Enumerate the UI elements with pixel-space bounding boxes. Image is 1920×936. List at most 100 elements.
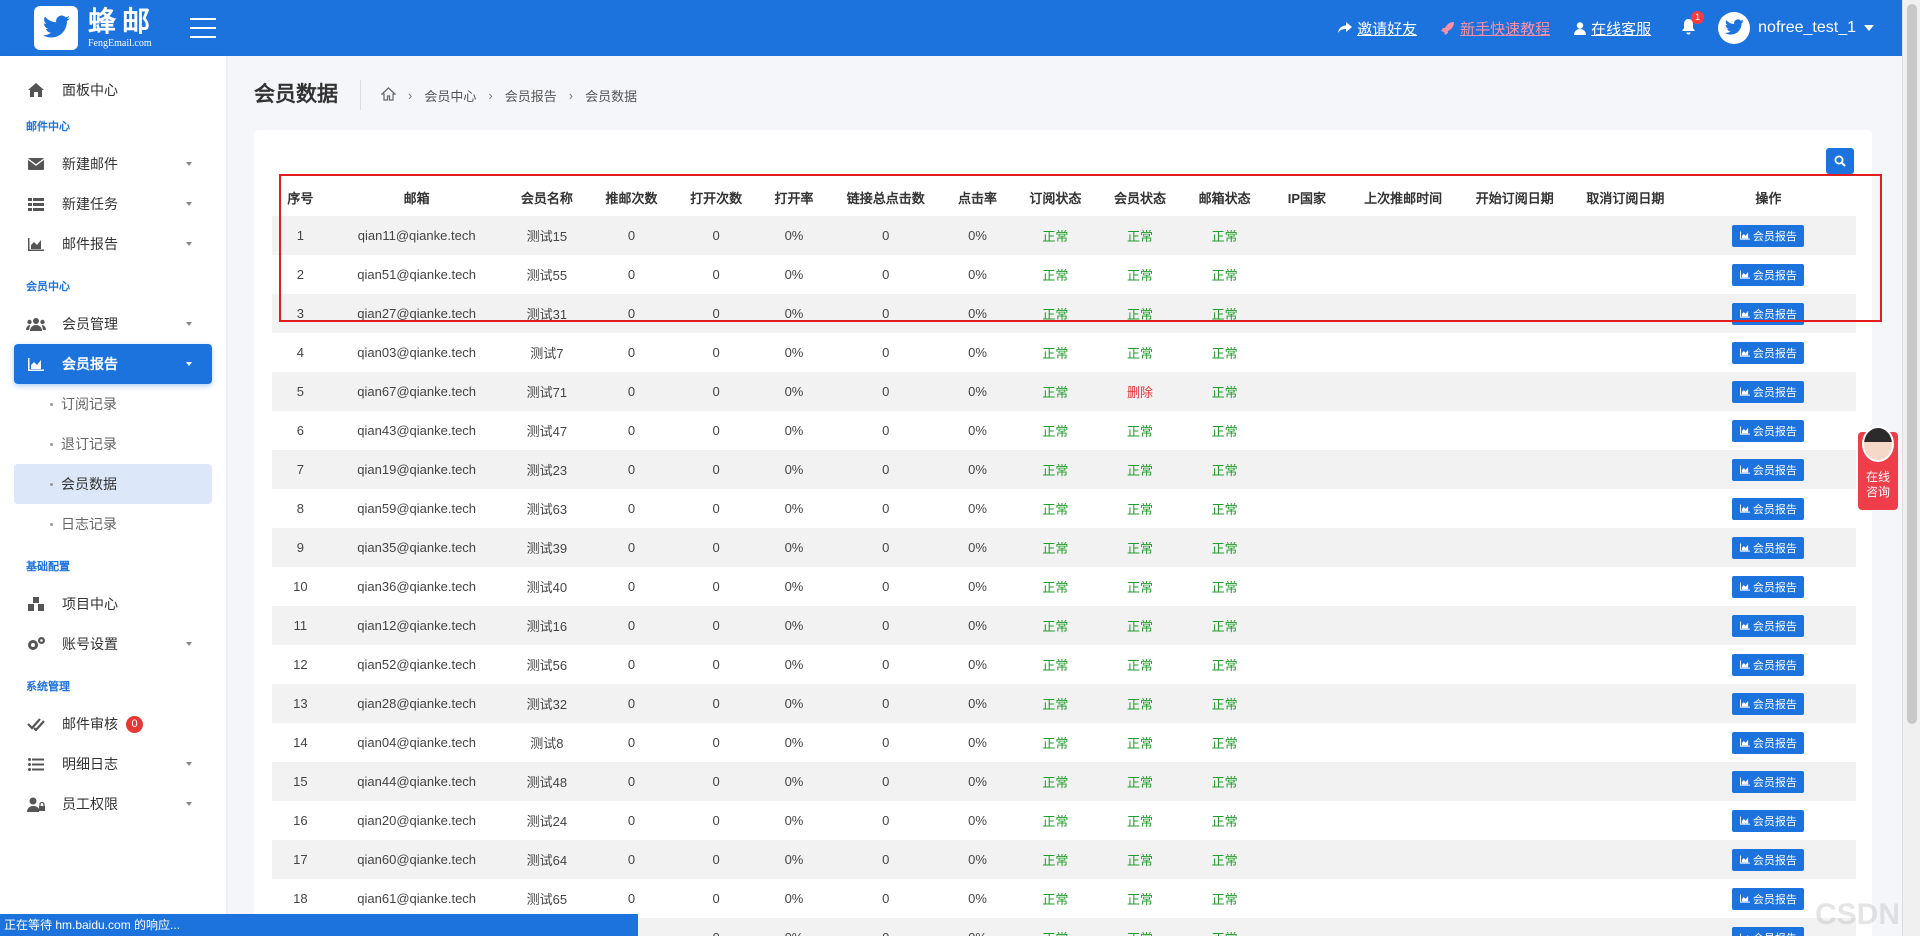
cell-mailbox: 正常	[1211, 502, 1238, 517]
share-icon	[1338, 22, 1353, 33]
cell-opens: 0	[673, 294, 759, 333]
cell-empty	[1570, 918, 1681, 936]
cell-click-rate: 0%	[942, 294, 1014, 333]
member-report-button[interactable]: 会员报告	[1732, 770, 1805, 793]
cell-no: 2	[296, 267, 305, 282]
cell-no: 1	[272, 216, 329, 255]
cell-email: qian12@qianke.tech	[328, 606, 505, 645]
scrollbar-thumb[interactable]	[1907, 4, 1917, 724]
area-chart-icon	[1739, 309, 1750, 318]
member-report-button[interactable]: 会员报告	[1732, 653, 1805, 676]
member-report-button[interactable]: 会员报告	[1732, 614, 1805, 637]
member-report-button[interactable]: 会员报告	[1732, 263, 1805, 286]
cell-empty	[1346, 840, 1460, 879]
cell-no: 4	[296, 345, 305, 360]
member-report-button[interactable]: 会员报告	[1732, 809, 1805, 832]
area-chart-icon	[1739, 426, 1750, 435]
cell-email: qian28@qianke.tech	[328, 684, 505, 723]
member-report-button[interactable]: 会员报告	[1732, 302, 1805, 325]
cell-open-rate: 0%	[784, 267, 804, 282]
cell-no: 9	[272, 528, 329, 567]
cubes-icon	[26, 596, 46, 612]
sidebar-item-staff-permissions[interactable]: 员工权限	[0, 784, 226, 824]
notification-button[interactable]: 1	[1681, 10, 1705, 38]
cell-no: 15	[272, 762, 329, 801]
cell-open-rate: 0%	[758, 684, 830, 723]
member-report-button[interactable]: 会员报告	[1732, 497, 1805, 520]
sidebar-item-label: 订阅记录	[61, 396, 117, 412]
column-header: 打开次数	[690, 190, 743, 206]
sidebar-item-dashboard[interactable]: 面板中心	[0, 70, 226, 110]
sidebar-item-member-mgmt[interactable]: 会员管理	[0, 304, 226, 344]
vertical-scrollbar[interactable]	[1902, 0, 1920, 936]
cell-mailbox: 正常	[1182, 918, 1267, 936]
chevron-down-icon	[186, 642, 192, 646]
cell-clicks: 0	[829, 294, 943, 333]
sidebar-item-member-report[interactable]: 会员报告	[14, 344, 212, 384]
cell-clicks: 0	[829, 528, 943, 567]
cell-no: 7	[272, 450, 329, 489]
member-report-button[interactable]: 会员报告	[1732, 419, 1805, 442]
cell-empty	[1267, 333, 1347, 372]
member-report-button[interactable]: 会员报告	[1732, 536, 1805, 559]
sidebar-subitem-unsubscribe-records[interactable]: 退订记录	[0, 424, 226, 464]
member-data-card: 序号 邮箱 会员名称 推邮次数 打开次数 打开率 链接总点击数 点击率 订阅状态 会员状态 邮箱状态…	[254, 130, 1872, 936]
cell-mailbox: 正常	[1182, 216, 1267, 255]
member-report-button[interactable]: 会员报告	[1732, 887, 1805, 910]
cell-no: 16	[293, 813, 308, 828]
sidebar-item-mail-review[interactable]: 邮件审核 0	[0, 704, 226, 744]
tutorial-link[interactable]: 新手快速教程	[1441, 18, 1550, 39]
cell-click-rate: 0%	[968, 579, 987, 594]
cell-open-rate: 0%	[784, 501, 804, 516]
cell-click-rate: 0%	[968, 735, 987, 750]
cell-sent: 0	[627, 891, 636, 906]
home-icon[interactable]	[380, 86, 397, 104]
sidebar-item-new-task[interactable]: 新建任务	[0, 184, 226, 224]
breadcrumb-item[interactable]: 会员报告	[505, 86, 557, 105]
chevron-down-icon	[186, 362, 192, 366]
cell-sent: 0	[627, 813, 636, 828]
support-link[interactable]: 在线客服	[1574, 18, 1651, 39]
member-report-button[interactable]: 会员报告	[1732, 575, 1805, 598]
user-menu[interactable]: nofree_test_1	[1718, 12, 1874, 44]
cell-action: 会员报告	[1680, 294, 1856, 333]
online-consult-button[interactable]: 在线 咨询	[1858, 426, 1898, 510]
sidebar-item-detail-logs[interactable]: 明细日志	[0, 744, 226, 784]
member-report-button[interactable]: 会员报告	[1732, 926, 1805, 936]
invite-friends-link[interactable]: 邀请好友	[1338, 18, 1417, 39]
member-report-button[interactable]: 会员报告	[1732, 731, 1805, 754]
cell-opens: 0	[673, 372, 759, 411]
menu-toggle-icon[interactable]	[190, 18, 216, 38]
member-report-button[interactable]: 会员报告	[1732, 692, 1805, 715]
member-report-button[interactable]: 会员报告	[1732, 341, 1805, 364]
breadcrumb-item[interactable]: 会员中心	[424, 86, 476, 105]
sidebar-item-mail-report[interactable]: 邮件报告	[0, 224, 226, 264]
member-report-label: 会员报告	[1752, 698, 1797, 711]
column-header: 订阅状态	[1029, 190, 1082, 206]
sidebar-subitem-subscribe-records[interactable]: 订阅记录	[0, 384, 226, 424]
member-report-button[interactable]: 会员报告	[1732, 458, 1805, 481]
sidebar-item-new-mail[interactable]: 新建邮件	[0, 144, 226, 184]
sidebar-subitem-logs[interactable]: 日志记录	[0, 504, 226, 544]
member-report-button[interactable]: 会员报告	[1732, 848, 1805, 871]
cell-opens: 0	[712, 579, 720, 594]
cell-empty	[1346, 450, 1460, 489]
cell-click-rate: 0%	[942, 216, 1014, 255]
member-report-button[interactable]: 会员报告	[1732, 224, 1805, 247]
tutorial-label: 新手快速教程	[1460, 20, 1551, 38]
column-header: 点击率	[958, 190, 998, 206]
member-report-label: 会员报告	[1752, 776, 1797, 789]
cell-name: 测试16	[504, 606, 590, 645]
sidebar-subitem-member-data[interactable]: 会员数据	[14, 464, 212, 504]
member-report-button[interactable]: 会员报告	[1732, 380, 1805, 403]
cell-empty	[1346, 606, 1460, 645]
cell-action: 会员报告	[1681, 723, 1856, 762]
sidebar-item-account-settings[interactable]: 账号设置	[0, 624, 226, 664]
sidebar-item-label: 账号设置	[62, 636, 118, 652]
search-button[interactable]	[1826, 148, 1854, 174]
member-report-label: 会员报告	[1752, 464, 1797, 477]
cell-empty	[1347, 411, 1460, 450]
sidebar-item-project-center[interactable]: 项目中心	[0, 584, 226, 624]
cell-click-rate: 0%	[968, 267, 987, 282]
member-report-label: 会员报告	[1752, 815, 1797, 828]
